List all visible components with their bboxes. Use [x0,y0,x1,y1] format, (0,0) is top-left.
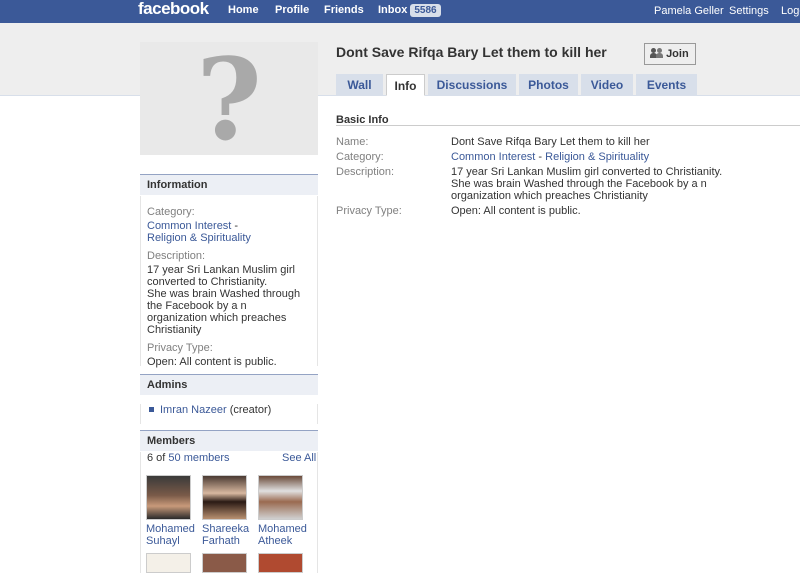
join-button-label: Join [666,48,689,60]
member-name-line2[interactable]: Suhayl [146,535,192,547]
tab-video[interactable]: Video [581,74,633,95]
tab-events[interactable]: Events [636,74,697,95]
category-label: Category: [336,151,384,163]
admins-heading: Admins [140,374,318,395]
member-photo[interactable] [258,553,303,573]
nav-profile-link[interactable]: Profile [275,4,309,16]
tab-wall[interactable]: Wall [336,74,383,95]
inbox-count-badge: 5586 [410,4,441,17]
nav-logout-link[interactable]: Logo [781,5,800,17]
category-link-common-interest[interactable]: Common Interest [451,151,535,163]
info-category-value: Common Interest - Religion & Spiritualit… [147,220,277,244]
member-photo[interactable] [258,475,303,520]
privacy-label: Privacy Type: [336,205,402,217]
members-heading: Members [140,430,318,451]
see-all-members-link[interactable]: See All [282,452,316,464]
member-name-line1[interactable]: Mohamed [258,523,307,535]
info-category-label: Category: [147,206,195,218]
members-count-link[interactable]: 50 members [168,452,229,464]
group-profile-picture[interactable]: ? [140,36,318,166]
info-privacy-value: Open: All content is public. [147,356,277,368]
member-item[interactable]: Mohamed Atheek [258,475,307,547]
name-label: Name: [336,136,369,148]
member-photo[interactable] [202,475,247,520]
info-description-line1: 17 year Sri Lankan Muslim girl converted… [147,264,295,288]
member-photo[interactable] [146,475,191,520]
information-box: Category: Common Interest - Religion & S… [140,196,318,368]
member-name-line2[interactable]: Atheek [258,535,304,547]
privacy-value: Open: All content is public. [451,205,581,217]
member-name-line1[interactable]: Mohamed [146,523,195,535]
description-value: 17 year Sri Lankan Muslim girl converted… [451,166,741,202]
facebook-logo[interactable]: facebook [138,0,209,19]
member-photo[interactable] [202,553,247,573]
join-button[interactable]: Join [644,43,696,65]
info-description-label: Description: [147,250,206,262]
category-value: Common Interest - Religion & Spiritualit… [451,151,751,163]
member-name-line1[interactable]: Shareeka [202,523,249,535]
description-label: Description: [336,166,395,178]
bullet-icon [149,407,154,412]
description-line1: 17 year Sri Lankan Muslim girl converted… [451,166,723,178]
tab-photos[interactable]: Photos [519,74,578,95]
people-icon [650,48,663,58]
category-separator: - [535,151,546,163]
info-category-link-religion[interactable]: Religion & Spirituality [147,232,251,244]
members-count-prefix: 6 of [147,452,166,464]
admin-role: (creator) [229,404,272,416]
group-title: Dont Save Rifqa Bary Let them to kill he… [336,44,607,60]
basic-info-heading: Basic Info [336,114,800,126]
top-navigation-bar: facebook Home Profile Friends Inbox 5586 … [0,0,800,23]
admin-name-link[interactable]: Imran Nazeer [160,404,227,416]
nav-home-link[interactable]: Home [228,4,259,16]
description-line2: She was brain Washed through the Faceboo… [451,178,707,202]
information-heading: Information [140,174,318,195]
question-mark-icon: ? [196,35,262,166]
tab-info[interactable]: Info [386,74,425,96]
nav-user-link[interactable]: Pamela Geller [654,5,724,17]
member-item[interactable]: Shareeka Farhath [202,475,249,547]
nav-friends-link[interactable]: Friends [324,4,364,16]
info-category-link-common-interest[interactable]: Common Interest [147,220,231,232]
category-link-religion[interactable]: Religion & Spirituality [545,151,649,163]
admins-box: Imran Nazeer (creator) [140,404,318,424]
info-category-separator: - [231,220,239,232]
member-name-line2[interactable]: Farhath [202,535,248,547]
info-description-line2: She was brain Washed through the Faceboo… [147,288,301,336]
name-value: Dont Save Rifqa Bary Let them to kill he… [451,136,650,148]
member-photo[interactable] [146,553,191,573]
member-item[interactable]: Mohamed Suhayl [146,475,195,547]
inbox-label: Inbox [378,4,408,16]
info-privacy-label: Privacy Type: [147,342,213,354]
tab-discussions[interactable]: Discussions [428,74,516,95]
nav-settings-link[interactable]: Settings [729,5,769,17]
nav-inbox-link[interactable]: Inbox 5586 [378,4,441,17]
